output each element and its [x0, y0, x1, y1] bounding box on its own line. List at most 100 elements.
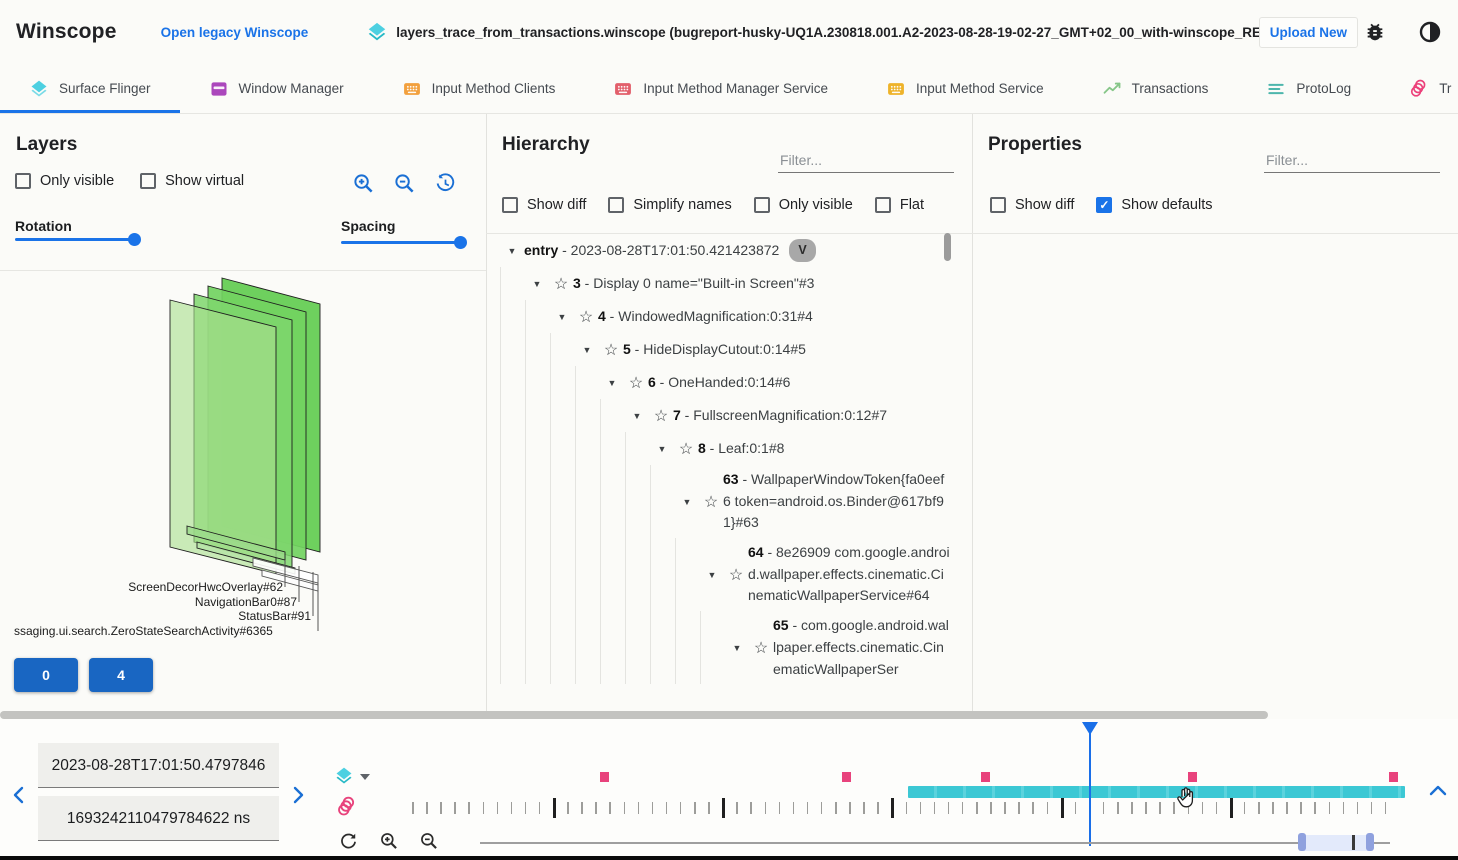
pin-star-icon[interactable]: ☆ — [674, 439, 698, 459]
open-legacy-link[interactable]: Open legacy Winscope — [161, 25, 309, 40]
refresh-icon[interactable] — [339, 831, 358, 850]
pin-star-icon[interactable]: ☆ — [724, 565, 748, 585]
expander-icon[interactable]: ▼ — [525, 279, 549, 289]
show-diff-checkbox[interactable]: Show diff — [502, 197, 586, 213]
indent-guide — [500, 333, 525, 366]
reset-view-icon[interactable] — [434, 172, 457, 195]
show-defaults-checkbox[interactable]: Show defaults — [1096, 197, 1212, 213]
transition-marker[interactable] — [1188, 772, 1197, 782]
timeline-zoom-out-icon[interactable] — [419, 831, 439, 851]
expander-icon[interactable]: ▼ — [575, 345, 599, 355]
range-handle-left[interactable] — [1298, 833, 1306, 851]
checkbox-icon[interactable] — [15, 173, 31, 189]
tree-node[interactable]: ▼☆4 - WindowedMagnification:0:31#4 — [500, 300, 950, 333]
bug-report-icon[interactable] — [1364, 21, 1386, 43]
properties-filter-input[interactable] — [1264, 148, 1440, 173]
indent-guide — [550, 432, 575, 465]
spacing-slider[interactable] — [341, 241, 461, 244]
tree-node[interactable]: ▼☆3 - Display 0 name="Built-in Screen"#3 — [500, 267, 950, 300]
rotation-slider[interactable] — [15, 238, 135, 241]
scrollbar-thumb[interactable] — [944, 233, 951, 261]
timeline-ruler[interactable] — [412, 798, 1397, 824]
show-diff-checkbox[interactable]: Show diff — [990, 197, 1074, 213]
expander-icon[interactable]: ▼ — [550, 312, 574, 322]
layers-3d-canvas[interactable]: ScreenDecorHwcOverlay#62 NavigationBar0#… — [0, 270, 486, 652]
show-virtual-checkbox[interactable]: Show virtual — [140, 173, 244, 189]
next-entry-chevron-icon[interactable] — [289, 785, 307, 805]
tab-tr[interactable]: Tr — [1380, 64, 1458, 113]
tab-surface-flinger[interactable]: Surface Flinger — [0, 64, 180, 113]
tree-node[interactable]: ▼☆63 - WallpaperWindowToken{fa0eef6 toke… — [500, 465, 950, 538]
tab-protolog[interactable]: ProtoLog — [1237, 64, 1380, 113]
checkbox-icon[interactable] — [990, 197, 1006, 213]
range-selection[interactable] — [1302, 835, 1370, 851]
only-visible-checkbox[interactable]: Only visible — [15, 173, 114, 189]
tab-input-method-clients[interactable]: Input Method Clients — [373, 64, 585, 113]
indent-guide — [500, 465, 525, 538]
checkbox-icon[interactable] — [1096, 197, 1112, 213]
pin-star-icon[interactable]: ☆ — [649, 406, 673, 426]
transition-marker[interactable] — [600, 772, 609, 782]
checkbox-icon[interactable] — [502, 197, 518, 213]
ruler-tick — [539, 802, 541, 814]
range-handle-right[interactable] — [1366, 833, 1374, 851]
tree-node[interactable]: ▼☆5 - HideDisplayCutout:0:14#5 — [500, 333, 950, 366]
dark-mode-toggle-icon[interactable] — [1418, 20, 1442, 44]
transition-marker[interactable] — [842, 772, 851, 782]
tab-input-method-manager-service[interactable]: Input Method Manager Service — [584, 64, 857, 113]
ruler-tick — [666, 802, 668, 814]
tab-transactions[interactable]: Transactions — [1073, 64, 1238, 113]
horizontal-scrollbar[interactable] — [0, 711, 1268, 719]
tree-node[interactable]: ▼☆7 - FullscreenMagnification:0:12#7 — [500, 399, 950, 432]
tab-input-method-service[interactable]: Input Method Service — [857, 64, 1073, 113]
only-visible-checkbox[interactable]: Only visible — [754, 197, 853, 213]
checkbox-icon[interactable] — [140, 173, 156, 189]
expander-icon[interactable]: ▼ — [650, 444, 674, 454]
tree-node[interactable]: ▼☆6 - OneHanded:0:14#6 — [500, 366, 950, 399]
expander-icon[interactable]: ▼ — [500, 246, 524, 256]
tab-window-manager[interactable]: Window Manager — [180, 64, 373, 113]
checkbox-icon[interactable] — [875, 197, 891, 213]
pin-star-icon[interactable]: ☆ — [699, 492, 723, 512]
hierarchy-filter-input[interactable] — [778, 148, 954, 173]
upload-new-button[interactable]: Upload New — [1259, 17, 1358, 48]
expander-icon[interactable]: ▼ — [675, 497, 699, 507]
flat-checkbox[interactable]: Flat — [875, 197, 924, 213]
expander-icon[interactable]: ▼ — [625, 411, 649, 421]
hierarchy-scrollbar[interactable] — [944, 233, 951, 695]
pin-star-icon[interactable]: ☆ — [574, 307, 598, 327]
tree-node[interactable]: ▼entry - 2023-08-28T17:01:50.421423872V — [500, 234, 950, 267]
timeline-cursor-line[interactable] — [1089, 722, 1091, 846]
collapse-timeline-chevron-icon[interactable] — [1428, 783, 1448, 802]
layer-id-button-0[interactable]: 0 — [14, 658, 78, 692]
tree-node[interactable]: ▼☆64 - 8e26909 com.google.android.wallpa… — [500, 538, 950, 611]
human-timestamp-input[interactable] — [38, 743, 279, 788]
range-slider-track[interactable] — [480, 842, 1390, 844]
pin-star-icon[interactable]: ☆ — [749, 638, 773, 658]
tree-node[interactable]: ▼☆8 - Leaf:0:1#8 — [500, 432, 950, 465]
active-trace-band[interactable] — [908, 786, 1405, 798]
pin-star-icon[interactable]: ☆ — [599, 340, 623, 360]
transition-marker[interactable] — [1389, 772, 1398, 782]
zoom-in-icon[interactable] — [352, 172, 375, 195]
slider-thumb[interactable] — [128, 233, 141, 246]
pin-star-icon[interactable]: ☆ — [624, 373, 648, 393]
slider-thumb[interactable] — [454, 236, 467, 249]
transition-marker[interactable] — [981, 772, 990, 782]
layer-id-button-4[interactable]: 4 — [89, 658, 153, 692]
checkbox-icon[interactable] — [608, 197, 624, 213]
expander-icon[interactable]: ▼ — [600, 378, 624, 388]
expander-icon[interactable]: ▼ — [725, 643, 749, 653]
expander-icon[interactable]: ▼ — [700, 570, 724, 580]
checkbox-icon[interactable] — [754, 197, 770, 213]
pin-star-icon[interactable]: ☆ — [549, 274, 573, 294]
simplify-names-checkbox[interactable]: Simplify names — [608, 197, 731, 213]
tree-node[interactable]: ▼☆65 - com.google.android.wallpaper.effe… — [500, 611, 950, 684]
ns-timestamp-input[interactable] — [38, 796, 279, 841]
active-trace-selector[interactable] — [334, 766, 370, 786]
transitions-trace-icon[interactable] — [336, 795, 358, 824]
zoom-out-icon[interactable] — [393, 172, 416, 195]
chevron-down-icon[interactable] — [360, 774, 370, 780]
previous-entry-chevron-icon[interactable] — [10, 785, 28, 805]
timeline-zoom-in-icon[interactable] — [379, 831, 399, 851]
